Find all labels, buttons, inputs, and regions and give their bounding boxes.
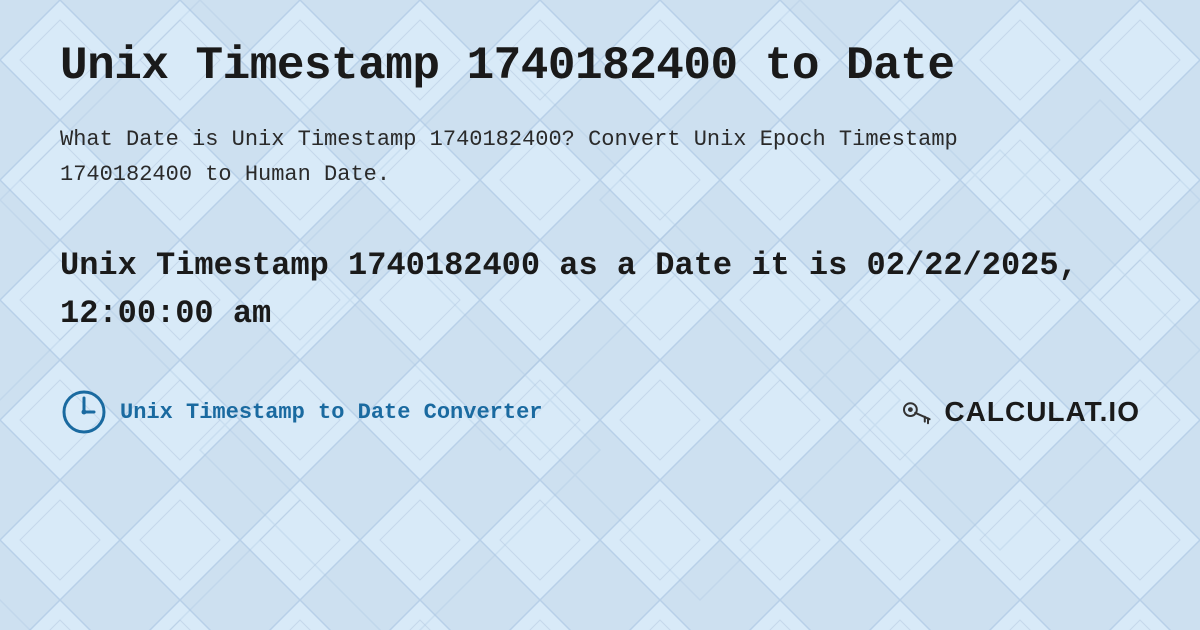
footer: Unix Timestamp to Date Converter CALCULA… [60, 378, 1140, 436]
logo-text: CALCULAT.IO [944, 396, 1140, 428]
page-title: Unix Timestamp 1740182400 to Date [60, 40, 1140, 92]
logo-icon [896, 392, 936, 432]
result-section: Unix Timestamp 1740182400 as a Date it i… [60, 242, 1140, 338]
page-description: What Date is Unix Timestamp 1740182400? … [60, 122, 960, 192]
footer-left: Unix Timestamp to Date Converter [60, 388, 542, 436]
result-text: Unix Timestamp 1740182400 as a Date it i… [60, 242, 1140, 338]
calculat-logo: CALCULAT.IO [896, 392, 1140, 432]
clock-icon [60, 388, 108, 436]
footer-label[interactable]: Unix Timestamp to Date Converter [120, 400, 542, 425]
main-content: Unix Timestamp 1740182400 to Date What D… [0, 0, 1200, 476]
